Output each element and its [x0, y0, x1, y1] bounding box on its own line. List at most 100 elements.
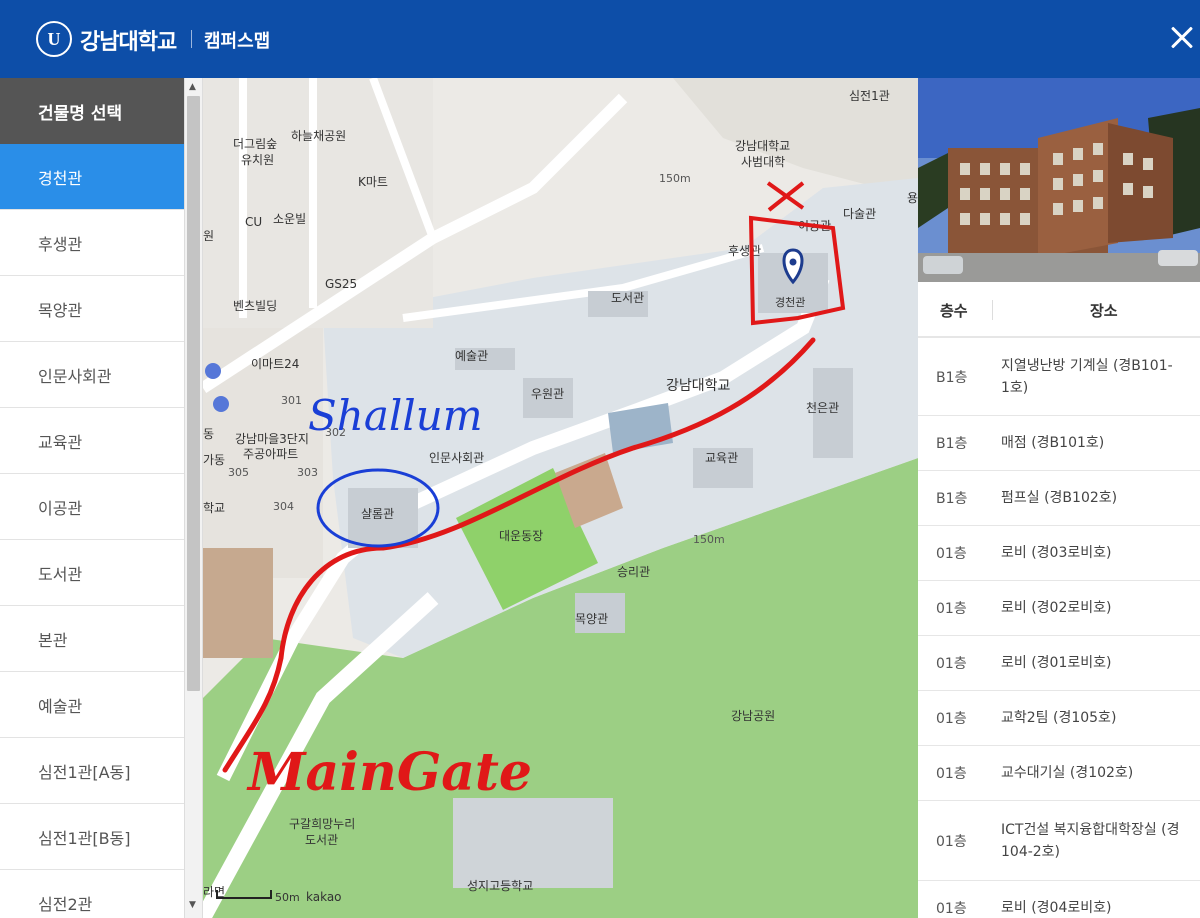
table-row: 01층 ICT건설 복지융합대학장실 (경104-2호)	[918, 801, 1200, 881]
table-row: 01층 로비 (경02로비호)	[918, 581, 1200, 636]
sidebar-item-simjeon2[interactable]: 심전2관	[0, 870, 184, 918]
map-label-304: 304	[273, 500, 294, 513]
bus-stop-icon[interactable]	[213, 396, 229, 412]
map-label-305: 305	[228, 466, 249, 479]
school-yard	[203, 548, 273, 658]
map-label-salom: 샬롬관	[361, 507, 394, 521]
map-label-simjeon1: 심전1관	[849, 89, 890, 103]
row-floor: 01층	[936, 656, 967, 672]
table-row: 01층 교수대기실 (경102호)	[918, 746, 1200, 801]
sidebar-item-husaeng[interactable]: 후생관	[0, 210, 184, 276]
table-row: 01층 교학2팀 (경105호)	[918, 691, 1200, 746]
row-place: 펌프실 (경B102호)	[1001, 490, 1118, 506]
map-label-uwon: 우원관	[531, 387, 564, 401]
close-icon[interactable]	[1168, 20, 1200, 56]
row-floor: 01층	[936, 833, 967, 850]
row-floor: 01층	[936, 546, 967, 562]
map-label-guggle-lib-1: 구갈희망누리	[289, 817, 355, 831]
sidebar-item-igong[interactable]: 이공관	[0, 474, 184, 540]
scroll-up-icon[interactable]: ▲	[189, 82, 196, 92]
map-canvas[interactable]: 하늘채공원 더그림숲 유치원 K마트 CU 소운빌 GS25 벤츠빌딩 이마트2…	[203, 78, 918, 918]
row-floor: 01층	[936, 766, 967, 782]
map-label-kangnam-univ: 강남대학교	[666, 378, 731, 394]
row-floor: 01층	[936, 711, 967, 727]
map-label-teachers-1: 강남대학교	[735, 139, 790, 153]
bus-stop-icon[interactable]	[205, 363, 221, 379]
map-label-sowoonbil: 소운빌	[273, 212, 306, 226]
map-label-kindergarten: 더그림숲	[233, 137, 277, 151]
row-floor: B1층	[936, 436, 968, 452]
map-label-seongji: 성지고등학교	[467, 879, 533, 893]
map-label-301: 301	[281, 394, 302, 407]
map-label-dasul: 다술관	[843, 207, 876, 221]
page-title: 캠퍼스맵	[204, 31, 271, 52]
table-row: B1층 펌프실 (경B102호)	[918, 471, 1200, 526]
sidebar-item-simjeon1-b[interactable]: 심전1관[B동]	[0, 804, 184, 870]
scale-label: 50m	[275, 891, 300, 904]
sidebar-item-main-hall[interactable]: 본관	[0, 606, 184, 672]
map-label-emart24: 이마트24	[251, 357, 299, 371]
map-label-edge-gadong: 가동	[203, 453, 225, 467]
sidebar-item-simjeon1-a[interactable]: 심전1관[A동]	[0, 738, 184, 804]
map-label-283: 283	[438, 78, 459, 81]
table-row: 01층 로비 (경03로비호)	[918, 526, 1200, 581]
map-label-apt-1: 강남마을3단지	[235, 432, 309, 446]
sidebar-item-kyeongcheon[interactable]: 경천관	[0, 144, 184, 210]
row-place: 교수대기실 (경102호)	[1001, 765, 1134, 781]
column-floor: 층수	[940, 302, 968, 320]
map-label-cu: CU	[245, 215, 262, 229]
sidebar-heading: 건물명 선택	[0, 78, 184, 144]
row-place: 매점 (경B101호)	[1001, 435, 1105, 451]
map-label-arts: 예술관	[455, 349, 488, 363]
map-label-haneul-park: 하늘채공원	[291, 129, 346, 143]
header-divider	[191, 30, 192, 48]
map-label-husaeng: 후생관	[728, 244, 761, 258]
table-row: 01층 로비 (경04로비호)	[918, 881, 1200, 918]
scrollbar-thumb[interactable]	[187, 96, 200, 691]
row-floor: B1층	[936, 369, 968, 386]
sidebar-item-mokyang[interactable]: 목양관	[0, 276, 184, 342]
campus-map[interactable]: 하늘채공원 더그림숲 유치원 K마트 CU 소운빌 GS25 벤츠빌딩 이마트2…	[203, 78, 918, 918]
building-photo	[918, 78, 1200, 282]
row-floor: 01층	[936, 601, 967, 617]
sidebar-item-humanities[interactable]: 인문사회관	[0, 342, 184, 408]
row-place: 로비 (경01로비호)	[1001, 655, 1112, 671]
map-label-edge-hakgyo: 학교	[203, 501, 225, 515]
map-label-stadium: 대운동장	[499, 529, 543, 543]
app-header: U 강남대학교 캠퍼스맵	[0, 0, 1200, 78]
map-label-teachers-2: 사범대학	[741, 155, 785, 169]
row-place: 로비 (경02로비호)	[1001, 600, 1112, 616]
sidebar-scrollbar[interactable]: ▲ ▼	[185, 78, 203, 918]
row-place: 지열냉난방 기계실 (경B101-1호)	[1001, 357, 1173, 396]
handwritten-main-gate: MainGate	[246, 742, 532, 803]
map-label-apt-2: 주공아파트	[243, 447, 298, 461]
map-label-education: 교육관	[705, 451, 738, 465]
location-pin-dot	[789, 258, 797, 266]
map-label-edge-myeon: 라면	[203, 885, 225, 899]
sidebar-item-library[interactable]: 도서관	[0, 540, 184, 606]
university-name[interactable]: 강남대학교	[80, 24, 177, 56]
scroll-down-icon[interactable]: ▼	[189, 900, 196, 910]
map-label-seungri: 승리관	[617, 565, 650, 579]
map-distance-150-a: 150m	[659, 172, 691, 185]
map-label-library: 도서관	[611, 291, 644, 305]
map-brand: kakao	[306, 890, 342, 904]
seongji-school	[453, 798, 613, 888]
map-label-cheoneun: 천은관	[806, 400, 839, 415]
map-label-kindergarten-2: 유치원	[241, 153, 274, 167]
table-header: 층수 장소	[918, 282, 1200, 338]
map-distance-150-b: 150m	[693, 533, 725, 546]
map-label-kyeongcheon: 경천관	[775, 295, 805, 309]
sidebar-item-education[interactable]: 교육관	[0, 408, 184, 474]
map-label-303: 303	[297, 466, 318, 479]
map-label-edge-dong: 동	[203, 427, 214, 441]
map-label-gs25: GS25	[325, 277, 357, 291]
building-sidebar: 건물명 선택 경천관 후생관 목양관 인문사회관 교육관 이공관 도서관 본관 …	[0, 78, 185, 918]
residential-block	[203, 78, 433, 328]
map-label-kangnam-park: 강남공원	[731, 709, 775, 723]
table-row: B1층 매점 (경B101호)	[918, 416, 1200, 471]
sidebar-item-arts[interactable]: 예술관	[0, 672, 184, 738]
map-label-mokyang: 목양관	[575, 612, 608, 626]
row-place: 교학2팀 (경105호)	[1001, 710, 1117, 726]
map-label-kmart: K마트	[358, 175, 388, 189]
